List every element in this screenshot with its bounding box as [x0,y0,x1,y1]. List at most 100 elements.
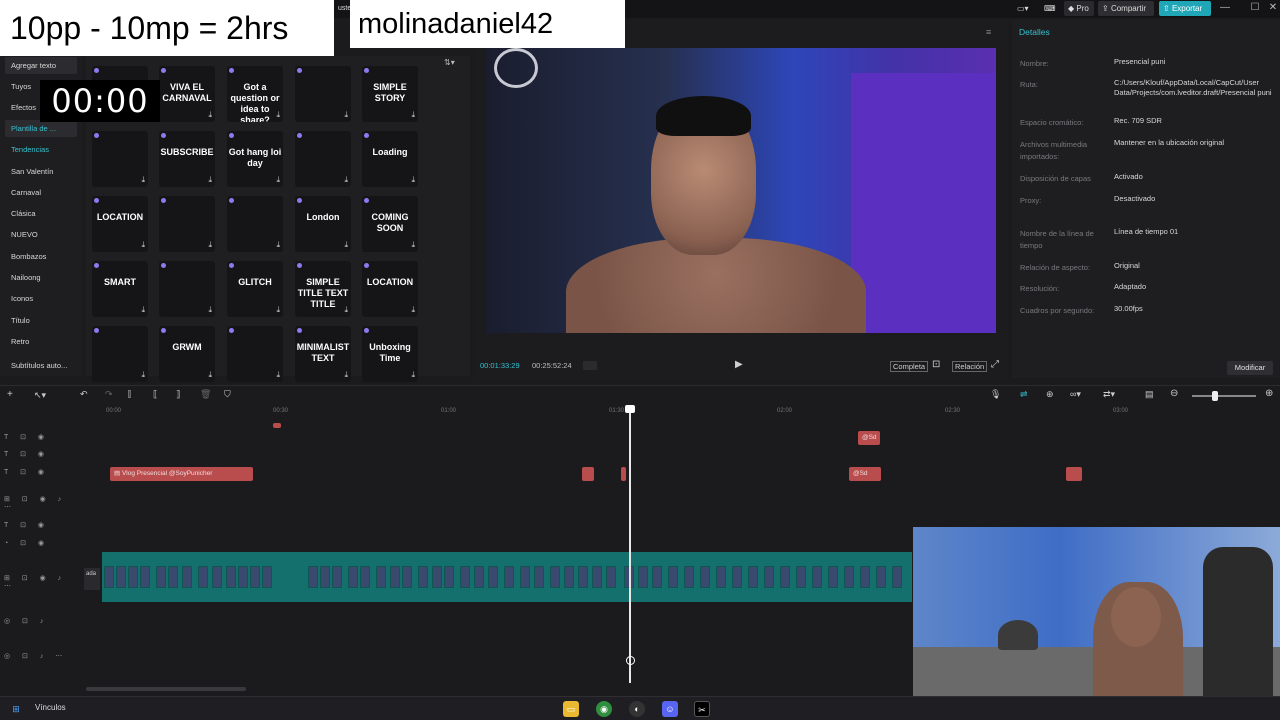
download-icon[interactable]: ⤓ [411,175,415,185]
category-plantilla[interactable]: Plantilla de ... [5,120,77,137]
download-icon[interactable]: ⤓ [276,110,280,120]
download-icon[interactable]: ⤓ [141,305,145,315]
discord-icon[interactable]: ☺ [662,701,678,717]
play-icon[interactable]: ▶ [735,359,743,370]
category-subtitulos-auto[interactable]: Subtítulos auto... [5,357,77,374]
download-icon[interactable]: ⤓ [276,370,280,380]
download-icon[interactable]: ⤓ [208,370,212,380]
text-clip[interactable]: @Sd [858,431,880,445]
template-tile[interactable]: ⤓ [92,131,148,187]
category-titulo[interactable]: Título [5,312,77,329]
track-controls[interactable]: T ⊡ ◉ [4,433,84,445]
download-icon[interactable]: ⤓ [208,175,212,185]
text-clip-vlog[interactable]: ▤ Vlog Presencial @SoyPunicher [110,467,253,481]
template-tile[interactable]: ⤓ [92,326,148,382]
download-icon[interactable]: ⤓ [276,305,280,315]
pro-button[interactable]: ◆ Pro [1064,1,1094,16]
timeline-ruler[interactable]: 00:00 00:30 01:00 01:30 02:00 02:30 03:0… [90,405,1280,419]
template-tile[interactable]: GLITCH ⤓ [227,261,283,317]
microphone-icon[interactable]: 🎙 [990,389,1001,400]
category-nailoong[interactable]: Nailoong [5,269,77,286]
chain-icon[interactable]: ∞▾ [1070,389,1081,400]
file-explorer-icon[interactable]: ▭ [563,701,579,717]
shortcuts-icon[interactable]: ⌨ [1040,1,1060,16]
template-tile[interactable]: Unboxing Time ⤓ [362,326,418,382]
text-clip[interactable] [582,467,594,481]
share-button[interactable]: ⇪ Compartir [1098,1,1154,16]
split-right-icon[interactable]: ⟧ [176,389,180,400]
download-icon[interactable]: ⤓ [141,370,145,380]
download-icon[interactable]: ⤓ [344,110,348,120]
zoom-slider[interactable] [1192,395,1256,397]
template-tile[interactable]: VIVA EL CARNAVAL ⤓ [159,66,215,122]
download-icon[interactable]: ⤓ [411,305,415,315]
playhead-handle[interactable] [625,405,635,413]
preview-axis-icon[interactable]: ⇄▾ [1103,389,1115,400]
download-icon[interactable]: ⤓ [344,370,348,380]
download-icon[interactable]: ⤓ [276,240,280,250]
add-text-button[interactable]: Agregar texto [5,57,77,74]
template-tile[interactable]: ⤓ [227,196,283,252]
modify-button[interactable]: Modificar [1227,361,1273,375]
template-tile[interactable]: SUBSCRIBE ⤓ [159,131,215,187]
track-controls[interactable]: ◎ ⊡ ♪ ⋯ [4,652,84,664]
category-bombazos[interactable]: Bombazos [5,248,77,265]
text-clip[interactable]: @Sd [849,467,881,481]
split-icon[interactable]: ⫿ [128,389,131,400]
magnet-icon[interactable]: ⇌ [1020,389,1028,400]
text-clip[interactable] [273,423,281,428]
main-video-track[interactable] [102,552,912,602]
export-button[interactable]: ⇧ Exportar [1159,1,1211,16]
playhead[interactable] [629,405,631,683]
shield-icon[interactable]: ⛉ [224,389,231,400]
zoom-in-icon[interactable]: ⊕ [1265,388,1273,399]
zoom-slider-handle[interactable] [1212,391,1218,401]
track-controls[interactable]: ◔ ⊡ ◉ [4,539,84,551]
download-icon[interactable]: ⤓ [344,305,348,315]
cover-button[interactable]: ada [84,568,100,590]
link-icon[interactable]: ⊕ [1046,389,1054,400]
template-tile[interactable]: Loading ⤓ [362,131,418,187]
timeline-scrollbar[interactable] [86,687,246,691]
split-left-icon[interactable]: ⟦ [153,389,157,400]
filter-icon[interactable]: ⇅▾ [444,58,455,67]
select-tool-icon[interactable]: ↖▾ [34,390,46,401]
template-tile[interactable]: ⤓ [295,66,351,122]
menu-icon[interactable]: ≡ [986,27,991,37]
download-icon[interactable]: ⤓ [141,175,145,185]
delete-icon[interactable]: 🗑 [200,389,211,400]
template-tile[interactable]: SIMPLE STORY ⤓ [362,66,418,122]
category-retro[interactable]: Retro [5,333,77,350]
category-iconos[interactable]: Iconos [5,290,77,307]
download-icon[interactable]: ⤓ [141,240,145,250]
category-clasica[interactable]: Clásica [5,205,77,222]
text-clip[interactable] [1066,467,1082,481]
redo-icon[interactable]: ↷ [105,389,113,400]
template-tile[interactable]: Got hang loi day ⤓ [227,131,283,187]
template-tile[interactable]: MINIMALIST TEXT ⤓ [295,326,351,382]
windows-start-icon[interactable]: ⊞ [8,701,24,717]
download-icon[interactable]: ⤓ [344,240,348,250]
playhead-bottom-handle[interactable] [626,656,635,665]
minimize-button[interactable]: — [1214,0,1236,16]
complete-button[interactable]: Completa [890,361,929,372]
download-icon[interactable]: ⤓ [411,240,415,250]
add-track-icon[interactable]: + [7,389,13,400]
track-controls[interactable]: ⊞ ⊡ ◉ ♪ ⋯ [4,574,84,590]
fullscreen-icon[interactable]: ⤢ [991,359,999,370]
template-tile[interactable]: LOCATION ⤓ [92,196,148,252]
track-controls[interactable]: ⊞ ⊡ ◉ ♪ ⋯ [4,495,84,511]
download-icon[interactable]: ⤓ [276,175,280,185]
template-tile[interactable]: SMART ⤓ [92,261,148,317]
template-tile[interactable]: ⤓ [159,261,215,317]
chrome-icon[interactable]: ◉ [596,701,612,717]
download-icon[interactable]: ⤓ [208,110,212,120]
download-icon[interactable]: ⤓ [344,175,348,185]
template-tile[interactable]: COMING SOON ⤓ [362,196,418,252]
download-icon[interactable]: ⤓ [411,370,415,380]
close-button[interactable]: ✕ [1262,0,1280,16]
obs-icon[interactable]: ◐ [629,701,645,717]
template-tile[interactable]: ⤓ [159,196,215,252]
template-tile[interactable]: ⤓ [295,131,351,187]
caption-icon[interactable]: ▤ [1145,389,1154,400]
